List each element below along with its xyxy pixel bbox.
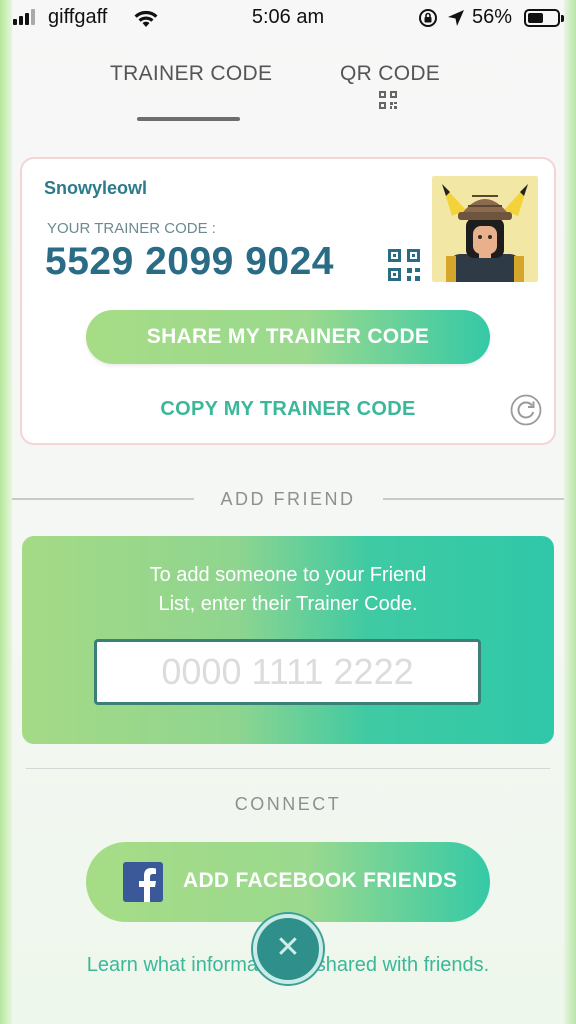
status-bar: giffgaff 5:06 am 56% [0, 0, 576, 36]
rotation-lock-icon [419, 9, 437, 27]
connect-divider [26, 768, 550, 769]
tab-trainer-code[interactable]: TRAINER CODE [110, 62, 272, 86]
connect-title: CONNECT [234, 794, 342, 814]
trainer-code-value: 5529 2099 9024 [45, 240, 334, 283]
share-trainer-code-button[interactable]: SHARE MY TRAINER CODE [86, 310, 490, 364]
battery-icon [524, 9, 564, 27]
refresh-icon[interactable] [510, 394, 542, 426]
trainer-code-label: YOUR TRAINER CODE : [47, 220, 216, 237]
qr-code-icon [379, 91, 397, 109]
close-icon: ✕ [275, 931, 301, 964]
trainer-avatar [432, 176, 538, 282]
close-button[interactable]: ✕ [253, 914, 323, 984]
trainer-username: Snowyleowl [44, 178, 148, 198]
friend-code-input[interactable] [94, 639, 481, 705]
add-facebook-friends-label[interactable]: ADD FACEBOOK FRIENDS [183, 869, 457, 893]
battery-percentage: 56% [472, 6, 513, 28]
add-friend-title: ADD FRIEND [220, 489, 356, 509]
qr-code-icon[interactable] [387, 248, 421, 282]
location-arrow-icon [448, 10, 464, 26]
tab-qr-code[interactable]: QR CODE [340, 62, 440, 86]
facebook-icon [123, 862, 163, 902]
copy-trainer-code-link[interactable]: COPY MY TRAINER CODE [0, 398, 576, 421]
active-tab-indicator [137, 117, 240, 121]
add-friend-instruction-line1: To add someone to your Friend [149, 564, 427, 586]
add-friend-instruction-line2: List, enter their Trainer Code. [158, 593, 418, 615]
